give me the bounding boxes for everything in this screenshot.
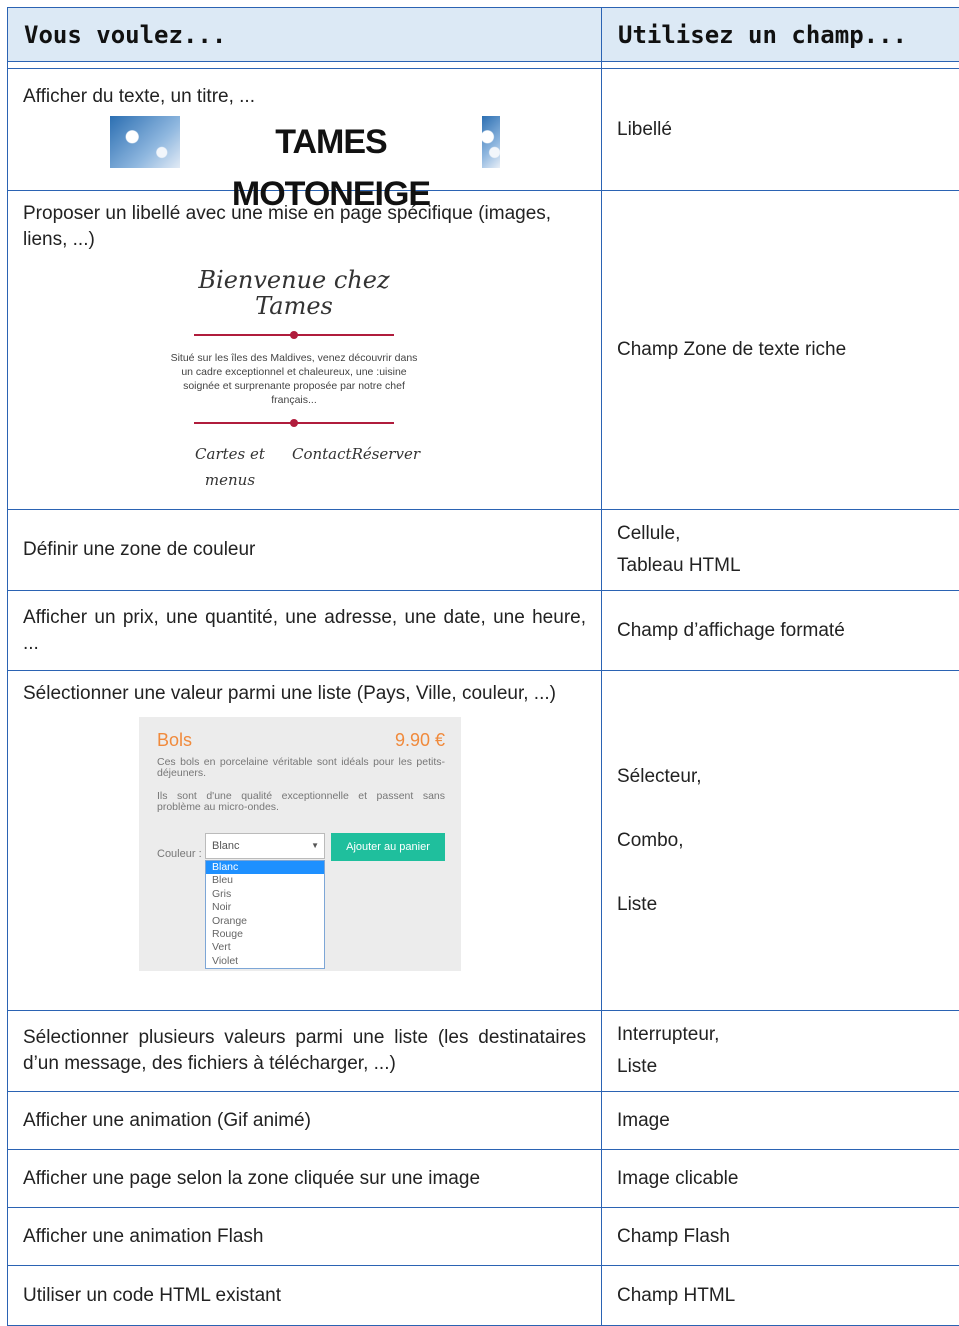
table-row: Afficher un prix, une quantité, une adre… [8,591,959,671]
field-cell: Cellule, Tableau HTML [602,510,959,591]
link-contact[interactable]: Contact [292,441,352,493]
field-cell: Champ HTML [602,1266,959,1326]
need-cell: Définir une zone de couleur [8,510,602,591]
field-cell: Libellé [602,69,959,191]
field-cell: Champ Flash [602,1208,959,1266]
dropdown-option[interactable]: Rouge [206,928,324,941]
field-name: Combo, [617,828,959,854]
snow-branch-image [110,116,184,168]
color-select[interactable]: Blanc ▼ [205,833,325,859]
need-text: Sélectionner une valeur parmi une liste … [23,681,586,707]
field-name: Tableau HTML [617,550,959,582]
selected-value: Blanc [212,840,240,852]
need-cell: Afficher une animation (Gif animé) [8,1092,602,1150]
welcome-title: Bienvenue chez Tames [164,267,424,319]
field-name: Cellule, [617,518,959,550]
need-cell: Proposer un libellé avec une mise en pag… [8,191,602,510]
decorative-divider [194,331,394,339]
need-cell: Utiliser un code HTML existant [8,1266,602,1326]
decorative-divider [194,419,394,427]
table-row: Sélectionner une valeur parmi une liste … [8,671,959,1011]
welcome-links: Cartes et menus Contact Réserver [164,441,424,493]
color-dropdown-list: Blanc Bleu Gris Noir Orange Rouge Vert V… [205,860,325,969]
field-name: Interrupteur, [617,1019,959,1051]
table-row: Afficher une page selon la zone cliquée … [8,1150,959,1208]
add-to-cart-button[interactable]: Ajouter au panier [331,833,445,861]
dropdown-option[interactable]: Blanc [206,861,324,874]
product-description: Ils sont d'une qualité exceptionnelle et… [157,791,445,813]
table-row: Définir une zone de couleur Cellule, Tab… [8,510,959,591]
header-col-want: Vous voulez... [8,8,602,62]
banner-title: TAMES MOTONEIGE [180,116,482,168]
product-title: Bols [157,727,192,753]
table-row: Afficher une animation Flash Champ Flash [8,1208,959,1266]
spacer-cell [602,62,959,69]
dropdown-option[interactable]: Noir [206,901,324,914]
dropdown-option[interactable]: Bleu [206,874,324,887]
snow-branch-image [482,116,500,168]
table-row: Afficher une animation (Gif animé) Image [8,1092,959,1150]
link-reserver[interactable]: Réserver [352,441,420,493]
need-text: Afficher du texte, un titre, ... [23,84,586,110]
link-cartes-menus[interactable]: Cartes et menus [168,441,292,493]
table-row: Proposer un libellé avec une mise en pag… [8,191,959,510]
dropdown-option[interactable]: Orange [206,915,324,928]
need-cell: Afficher un prix, une quantité, une adre… [8,591,602,671]
table-row: Utiliser un code HTML existant Champ HTM… [8,1266,959,1326]
field-cell: Interrupteur, Liste [602,1011,959,1092]
table-row: Afficher du texte, un titre, ... TAMES M… [8,69,959,191]
welcome-text: Situé sur les îles des Maldives, venez d… [164,351,424,407]
product-price: 9.90 € [395,727,445,753]
dropdown-option[interactable]: Vert [206,941,324,954]
chevron-down-icon: ▼ [311,834,319,858]
table-row: Sélectionner plusieurs valeurs parmi une… [8,1011,959,1092]
dropdown-option[interactable]: Violet [206,955,324,968]
tames-banner-image: TAMES MOTONEIGE [110,116,500,168]
product-description: Ces bols en porcelaine véritable sont id… [157,757,445,779]
need-cell: Sélectionner plusieurs valeurs parmi une… [8,1011,602,1092]
product-example: Bols 9.90 € Ces bols en porcelaine vérit… [139,717,461,971]
need-cell: Sélectionner une valeur parmi une liste … [8,671,602,1011]
need-cell: Afficher une animation Flash [8,1208,602,1266]
field-choice-table: Vous voulez... Utilisez un champ... Affi… [7,7,959,1326]
rich-text-example: Bienvenue chez Tames Situé sur les îles … [164,267,424,493]
dropdown-option[interactable]: Gris [206,888,324,901]
field-name: Liste [617,892,959,918]
field-cell: Champ d’affichage formaté [602,591,959,671]
field-name: Liste [617,1051,959,1083]
field-name: Sélecteur, [617,764,959,790]
color-label: Couleur : [157,841,202,867]
header-col-use: Utilisez un champ... [602,8,959,62]
field-cell: Image clicable [602,1150,959,1208]
field-cell: Champ Zone de texte riche [602,191,959,510]
field-cell: Sélecteur, Combo, Liste [602,671,959,1011]
field-cell: Image [602,1092,959,1150]
need-cell: Afficher une page selon la zone cliquée … [8,1150,602,1208]
spacer-cell [8,62,602,69]
need-cell: Afficher du texte, un titre, ... TAMES M… [8,69,602,191]
